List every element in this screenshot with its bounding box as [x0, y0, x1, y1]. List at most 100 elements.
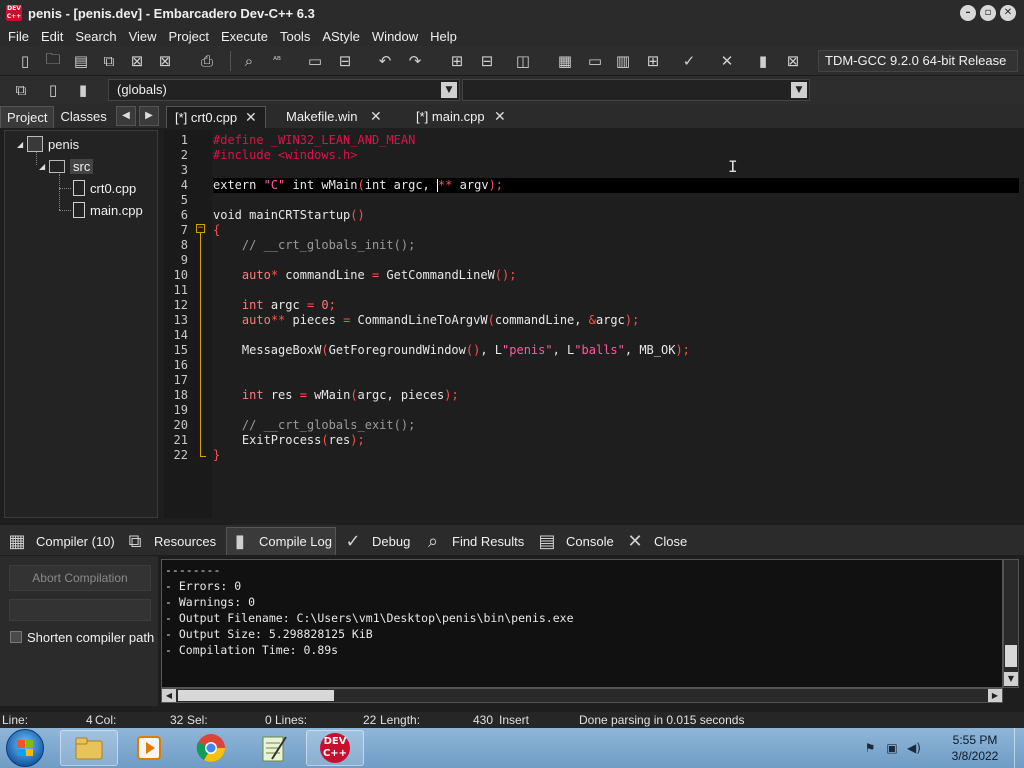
volume-icon[interactable]: ◀): [906, 740, 922, 756]
system-clock[interactable]: 5:55 PM 3/8/2022: [938, 732, 1012, 764]
new-file-icon[interactable]: ▯: [14, 50, 36, 72]
save-icon[interactable]: ▤: [70, 50, 92, 72]
expander-icon[interactable]: ◢: [17, 140, 27, 149]
compile-icon[interactable]: ▦: [554, 50, 576, 72]
compile-run-icon[interactable]: ▥: [612, 50, 634, 72]
code-editor[interactable]: 1 2 3 4 5 6 7 8 9 10 11 12 13 14 15 16 1…: [164, 130, 1020, 518]
close-file-icon[interactable]: ⊠: [126, 50, 148, 72]
tab-resources[interactable]: ⧉ Resources: [122, 527, 222, 555]
scrollbar-thumb[interactable]: [1005, 645, 1017, 667]
folder-icon: [75, 737, 103, 760]
log-vertical-scrollbar[interactable]: ▼: [1003, 559, 1019, 688]
devcpp-icon: DEV C++: [320, 733, 350, 763]
fold-toggle-icon[interactable]: −: [196, 224, 205, 233]
close-icon[interactable]: ✕: [245, 107, 257, 129]
menu-execute[interactable]: Execute: [215, 29, 274, 44]
menu-window[interactable]: Window: [366, 29, 424, 44]
shorten-path-option[interactable]: Shorten compiler path: [10, 629, 154, 645]
new-project-icon[interactable]: ⊞: [446, 50, 468, 72]
tab-debug[interactable]: ✓ Debug: [340, 527, 416, 555]
tree-item-file[interactable]: crt0.cpp: [73, 178, 136, 198]
status-length-value: 430: [473, 713, 494, 727]
menu-view[interactable]: View: [123, 29, 163, 44]
tab-compiler[interactable]: ▦ Compiler (10): [4, 527, 118, 555]
menu-tools[interactable]: Tools: [274, 29, 316, 44]
tab-compile-log[interactable]: ▮ Compile Log: [226, 527, 336, 555]
show-desktop-button[interactable]: [1014, 728, 1024, 768]
close-window-button[interactable]: ✕: [1000, 5, 1016, 21]
goto-icon[interactable]: ▭: [304, 50, 326, 72]
remove-file-icon[interactable]: ⊟: [476, 50, 498, 72]
tab-scroll-right-icon[interactable]: ▶: [139, 106, 159, 126]
run-icon[interactable]: ▭: [584, 50, 606, 72]
expander-icon[interactable]: ◢: [39, 162, 49, 171]
shorten-path-checkbox[interactable]: [10, 631, 22, 643]
save-all-icon[interactable]: ⧉: [98, 50, 120, 72]
tree-item-label: src: [70, 158, 94, 174]
close-icon[interactable]: ✕: [370, 106, 382, 128]
start-button[interactable]: [6, 729, 44, 767]
taskbar-notepad[interactable]: [244, 730, 302, 766]
menu-edit[interactable]: Edit: [35, 29, 69, 44]
syntax-check-icon[interactable]: ✓: [678, 50, 700, 72]
rebuild-icon[interactable]: ⊞: [642, 50, 664, 72]
profile-icon[interactable]: ▮: [752, 50, 774, 72]
taskbar-media-player[interactable]: [120, 730, 178, 766]
menu-help[interactable]: Help: [424, 29, 463, 44]
taskbar-chrome[interactable]: [182, 730, 240, 766]
replace-icon[interactable]: ᴬᴮ: [266, 50, 288, 72]
print-icon[interactable]: ⎙: [196, 50, 218, 72]
delete-profile-icon[interactable]: ⊠: [782, 50, 804, 72]
log-horizontal-scrollbar[interactable]: ◀ ▶: [161, 688, 1003, 703]
minimize-button[interactable]: –: [960, 5, 976, 21]
bookmark-icon[interactable]: ⊟: [334, 50, 356, 72]
menu-search[interactable]: Search: [69, 29, 122, 44]
action-center-icon[interactable]: ⚑: [862, 740, 878, 756]
network-icon[interactable]: ▣: [884, 740, 900, 756]
toggle-bookmark-icon[interactable]: ▯: [42, 79, 64, 101]
code-line: ExitProcess(res);: [213, 433, 365, 447]
tab-find-results[interactable]: ⌕ Find Results: [420, 527, 530, 555]
tree-item-folder[interactable]: ◢ src: [39, 156, 94, 176]
scroll-down-icon[interactable]: ▼: [1004, 672, 1018, 686]
menu-file[interactable]: File: [2, 29, 35, 44]
menu-project[interactable]: Project: [163, 29, 215, 44]
menu-astyle[interactable]: AStyle: [316, 29, 366, 44]
chevron-down-icon[interactable]: ▼: [791, 82, 807, 98]
tab-close[interactable]: ✕ Close: [622, 527, 696, 555]
taskbar-devcpp[interactable]: DEV C++: [306, 730, 364, 766]
close-all-icon[interactable]: ⊠: [154, 50, 176, 72]
insert-icon[interactable]: ⧉: [10, 79, 32, 101]
abort-compilation-button[interactable]: Abort Compilation: [9, 565, 151, 591]
undo-icon[interactable]: ↶: [374, 50, 396, 72]
scrollbar-thumb[interactable]: [178, 690, 334, 701]
scroll-left-icon[interactable]: ◀: [162, 689, 176, 702]
open-folder-icon[interactable]: 🗀: [42, 50, 64, 72]
chevron-down-icon[interactable]: ▼: [441, 82, 457, 98]
goto-bookmark-icon[interactable]: ▮: [72, 79, 94, 101]
tab-makefile-win[interactable]: Makefile.win ✕: [278, 106, 390, 128]
tab-project[interactable]: Project: [0, 106, 55, 128]
stop-execution-icon[interactable]: ✕: [716, 50, 738, 72]
close-icon: ✕: [627, 530, 643, 552]
tab-scroll-left-icon[interactable]: ◀: [116, 106, 136, 126]
function-select[interactable]: ▼: [462, 79, 810, 101]
maximize-button[interactable]: ▫: [980, 5, 996, 21]
tree-item-file[interactable]: main.cpp: [73, 200, 143, 220]
scope-select[interactable]: (globals) ▼: [108, 79, 460, 101]
tab-classes[interactable]: Classes: [54, 106, 112, 128]
redo-icon[interactable]: ↷: [404, 50, 426, 72]
tab-main-cpp[interactable]: [*] main.cpp ✕: [408, 106, 512, 128]
compile-log-output[interactable]: -------- - Errors: 0 - Warnings: 0 - Out…: [161, 559, 1003, 688]
tree-item-project[interactable]: ◢ penis: [17, 134, 79, 154]
close-icon[interactable]: ✕: [494, 106, 506, 128]
scroll-right-icon[interactable]: ▶: [988, 689, 1002, 702]
tab-crt0-cpp[interactable]: [*] crt0.cpp ✕: [166, 106, 266, 128]
compiler-select[interactable]: TDM-GCC 9.2.0 64-bit Release: [818, 50, 1018, 72]
tab-console[interactable]: ▤ Console: [534, 527, 618, 555]
project-options-icon[interactable]: ◫: [512, 50, 534, 72]
status-col-value: 32: [170, 713, 184, 727]
taskbar-explorer[interactable]: [60, 730, 118, 766]
find-icon[interactable]: ⌕: [238, 50, 260, 72]
